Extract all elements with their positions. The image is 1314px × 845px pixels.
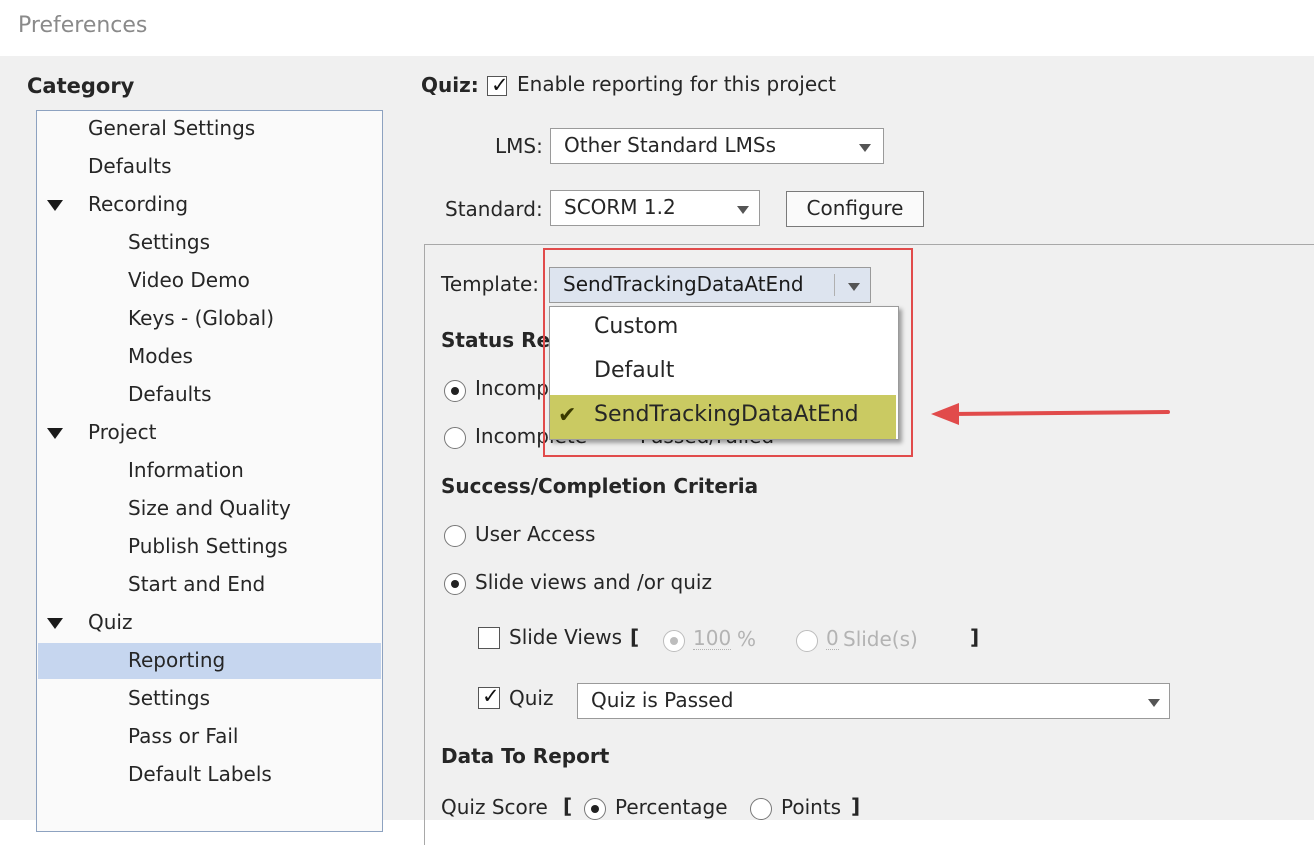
standard-select[interactable]: SCORM 1.2 bbox=[550, 190, 760, 226]
category-item[interactable]: Defaults bbox=[38, 377, 381, 413]
slide-views-quiz-radio[interactable] bbox=[444, 573, 466, 595]
points-label: Points bbox=[781, 795, 842, 819]
status-radio-2[interactable] bbox=[444, 427, 466, 449]
highlight-box bbox=[543, 248, 913, 457]
category-item[interactable]: Information bbox=[38, 453, 381, 489]
radio-dot-icon bbox=[451, 580, 459, 588]
status-radio-1[interactable] bbox=[444, 380, 466, 402]
category-item-label: Project bbox=[88, 420, 157, 444]
quiz-criteria-value: Quiz is Passed bbox=[591, 688, 734, 712]
slide-views-quiz-label: Slide views and /or quiz bbox=[475, 570, 712, 594]
data-to-report-heading: Data To Report bbox=[441, 744, 610, 768]
bracket-open: [ bbox=[630, 625, 640, 649]
category-item[interactable]: Publish Settings bbox=[38, 529, 381, 565]
user-access-radio[interactable] bbox=[444, 525, 466, 547]
quiz-label: Quiz: bbox=[421, 73, 479, 97]
expand-triangle-icon[interactable] bbox=[47, 618, 63, 629]
category-item-label: Defaults bbox=[88, 154, 172, 178]
category-item[interactable]: Quiz bbox=[38, 605, 381, 641]
category-item-label: Settings bbox=[128, 230, 211, 254]
category-item[interactable]: Keys - (Global) bbox=[38, 301, 381, 337]
category-item-label: Size and Quality bbox=[128, 496, 291, 520]
percent-value[interactable]: 100 bbox=[693, 627, 732, 650]
checkmark-icon: ✓ bbox=[491, 73, 509, 97]
category-item-label: Reporting bbox=[128, 648, 226, 672]
template-label: Template: bbox=[441, 272, 539, 296]
category-item[interactable]: Start and End bbox=[38, 567, 381, 603]
category-item-label: Start and End bbox=[128, 572, 266, 596]
title-bar: Preferences bbox=[0, 0, 1314, 56]
chevron-down-icon bbox=[859, 144, 871, 152]
category-item-label: Quiz bbox=[88, 610, 133, 634]
category-item[interactable]: Settings bbox=[38, 681, 381, 717]
slides-value[interactable]: 0 bbox=[826, 627, 839, 650]
category-item[interactable]: Default Labels bbox=[38, 757, 381, 793]
enable-reporting-label: Enable reporting for this project bbox=[517, 72, 836, 96]
success-heading: Success/Completion Criteria bbox=[441, 474, 759, 498]
category-item-label: Information bbox=[128, 458, 244, 482]
percentage-radio[interactable] bbox=[584, 798, 606, 820]
status-heading: Status Re bbox=[441, 328, 551, 352]
expand-triangle-icon[interactable] bbox=[47, 200, 63, 211]
category-item-label: Modes bbox=[128, 344, 193, 368]
bracket-open: [ bbox=[563, 794, 573, 818]
bracket-close: ] bbox=[970, 625, 980, 649]
chevron-down-icon bbox=[1148, 699, 1160, 707]
lms-label: LMS: bbox=[495, 134, 543, 158]
quiz-checkbox[interactable]: ✓ bbox=[478, 684, 500, 709]
percent-radio[interactable] bbox=[663, 630, 685, 652]
window-title: Preferences bbox=[18, 13, 148, 38]
quiz-checkbox-label: Quiz bbox=[509, 686, 554, 710]
category-item[interactable]: Recording bbox=[38, 187, 381, 223]
radio-dot-icon bbox=[451, 387, 459, 395]
category-item-label: Default Labels bbox=[128, 762, 272, 786]
slide-views-label: Slide Views bbox=[509, 625, 623, 649]
category-tree[interactable]: General Settings Defaults Recording Setting… bbox=[36, 110, 383, 832]
quiz-criteria-select[interactable]: Quiz is Passed bbox=[577, 683, 1170, 719]
category-item[interactable]: Size and Quality bbox=[38, 491, 381, 527]
category-item[interactable]: Settings bbox=[38, 225, 381, 261]
checkmark-icon: ✓ bbox=[482, 684, 500, 708]
category-item-label: Recording bbox=[88, 192, 189, 216]
category-item-label: Keys - (Global) bbox=[128, 306, 275, 330]
percent-unit: % bbox=[737, 627, 757, 651]
category-item[interactable]: Video Demo bbox=[38, 263, 381, 299]
category-item[interactable]: General Settings bbox=[38, 111, 381, 147]
configure-button[interactable]: Configure bbox=[786, 191, 924, 227]
category-heading: Category bbox=[27, 74, 135, 98]
slides-radio[interactable] bbox=[796, 630, 818, 652]
category-item-label: Video Demo bbox=[128, 268, 250, 292]
quiz-score-label: Quiz Score bbox=[441, 795, 548, 819]
slides-unit: Slide(s) bbox=[843, 627, 918, 651]
points-radio[interactable] bbox=[750, 798, 772, 820]
category-item[interactable]: Reporting bbox=[38, 643, 381, 679]
standard-value: SCORM 1.2 bbox=[564, 195, 676, 219]
slide-views-checkbox[interactable] bbox=[478, 627, 500, 649]
expand-triangle-icon[interactable] bbox=[47, 428, 63, 439]
chevron-down-icon bbox=[737, 206, 749, 214]
category-item[interactable]: Project bbox=[38, 415, 381, 451]
category-item[interactable]: Defaults bbox=[38, 149, 381, 185]
annotation-arrow-icon bbox=[931, 403, 1170, 425]
status-option-1-label: Incomp bbox=[475, 376, 549, 400]
enable-reporting-checkbox[interactable]: ✓ bbox=[487, 73, 509, 97]
category-item-label: Defaults bbox=[128, 382, 212, 406]
bracket-close: ] bbox=[851, 794, 861, 818]
category-item[interactable]: Modes bbox=[38, 339, 381, 375]
category-item-label: Settings bbox=[128, 686, 211, 710]
percentage-label: Percentage bbox=[615, 795, 728, 819]
category-item[interactable]: Pass or Fail bbox=[38, 719, 381, 755]
category-item-label: Pass or Fail bbox=[128, 724, 239, 748]
radio-dot-icon bbox=[670, 637, 678, 645]
lms-select[interactable]: Other Standard LMSs bbox=[550, 128, 884, 164]
radio-dot-icon bbox=[591, 805, 599, 813]
category-item-label: Publish Settings bbox=[128, 534, 288, 558]
standard-label: Standard: bbox=[445, 197, 543, 221]
user-access-label: User Access bbox=[475, 522, 596, 546]
category-item-label: General Settings bbox=[88, 116, 256, 140]
lms-value: Other Standard LMSs bbox=[564, 133, 777, 157]
